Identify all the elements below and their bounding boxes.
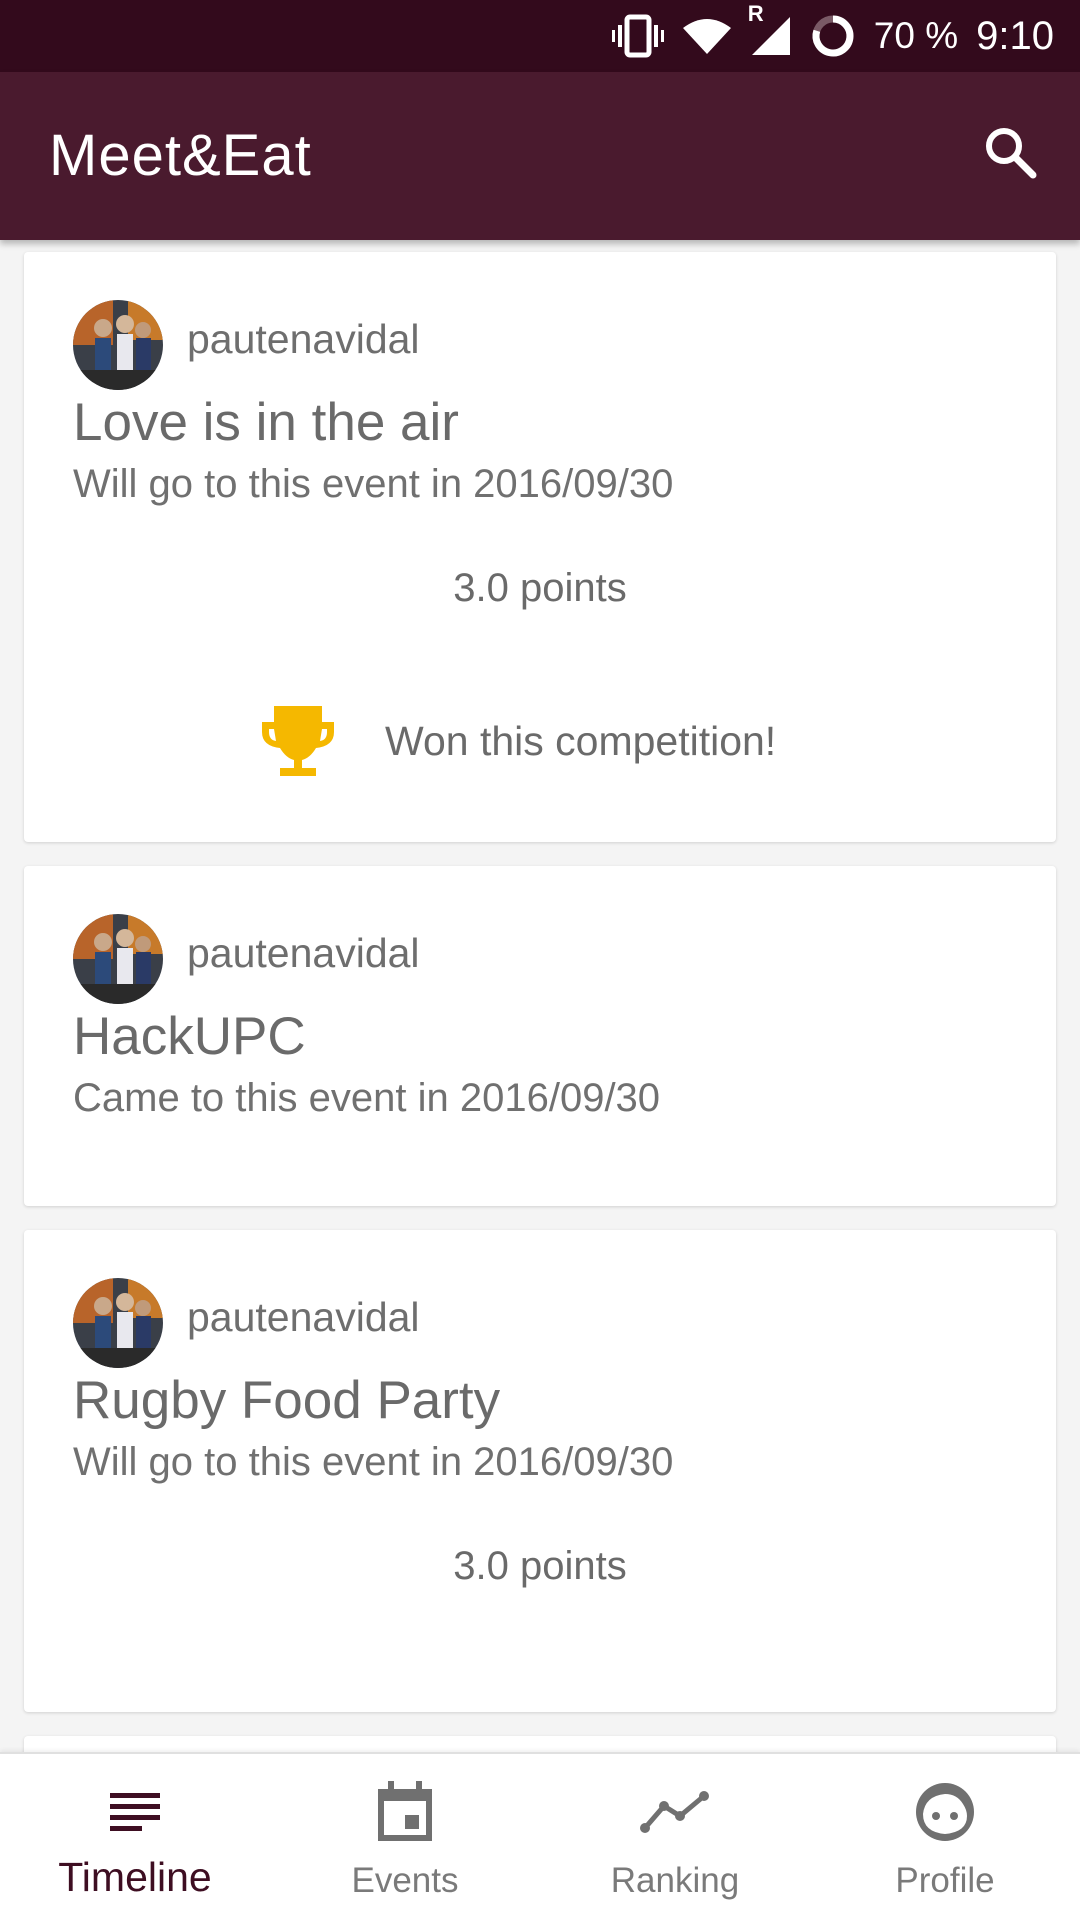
avatar[interactable] xyxy=(73,914,163,1004)
bottom-navigation: Timeline Events Ranking Profile xyxy=(0,1752,1080,1922)
nav-profile[interactable]: Profile xyxy=(810,1754,1080,1922)
trending-icon xyxy=(540,1776,810,1848)
vibrate-icon xyxy=(611,14,664,58)
roaming-label: R xyxy=(747,1,764,26)
timeline-card[interactable]: pautenavidal Love is in the air Will go … xyxy=(24,252,1056,842)
status-bar: R 70 % 9:10 xyxy=(0,0,1080,72)
username[interactable]: pautenavidal xyxy=(187,316,420,363)
won-competition-label: Won this competition! xyxy=(385,718,777,764)
event-subtitle: Came to this event in 2016/09/30 xyxy=(73,1076,661,1120)
timeline-card[interactable]: pautenavidal Rugby Food Party Will go to… xyxy=(24,1230,1056,1712)
nav-label: Events xyxy=(351,1861,459,1900)
event-title[interactable]: Rugby Food Party xyxy=(73,1370,500,1431)
nav-label: Ranking xyxy=(610,1861,740,1900)
face-icon xyxy=(810,1776,1080,1848)
timeline-feed[interactable]: pautenavidal Love is in the air Will go … xyxy=(0,240,1080,1752)
nav-label: Profile xyxy=(895,1861,995,1900)
username[interactable]: pautenavidal xyxy=(187,930,420,977)
nav-timeline[interactable]: Timeline xyxy=(0,1754,270,1922)
nav-label: Timeline xyxy=(58,1854,212,1900)
trophy-icon xyxy=(260,702,336,778)
battery-percent: 70 % xyxy=(873,15,959,56)
search-icon xyxy=(982,124,1038,185)
clock: 9:10 xyxy=(976,13,1054,58)
points-label: 3.0 points xyxy=(453,1544,627,1588)
status-icons: R 70 % 9:10 xyxy=(611,0,1054,72)
app-title: Meet&Eat xyxy=(49,123,312,188)
signal-icon: R xyxy=(748,1,792,57)
nav-ranking[interactable]: Ranking xyxy=(540,1754,810,1922)
event-title[interactable]: HackUPC xyxy=(73,1006,306,1067)
username[interactable]: pautenavidal xyxy=(187,1294,420,1341)
avatar[interactable] xyxy=(73,1278,163,1368)
points-label: 3.0 points xyxy=(453,566,627,610)
battery-icon xyxy=(810,13,856,59)
event-subtitle: Will go to this event in 2016/09/30 xyxy=(73,462,674,506)
event-title[interactable]: Love is in the air xyxy=(73,392,459,453)
app-bar: Meet&Eat xyxy=(0,72,1080,240)
avatar[interactable] xyxy=(73,300,163,390)
list-icon xyxy=(0,1776,270,1848)
nav-events[interactable]: Events xyxy=(270,1754,540,1922)
timeline-card[interactable]: pautenavidal HackUPC Came to this event … xyxy=(24,866,1056,1206)
wifi-icon xyxy=(682,16,732,56)
timeline-card[interactable] xyxy=(24,1736,1056,1752)
event-subtitle: Will go to this event in 2016/09/30 xyxy=(73,1440,674,1484)
search-button[interactable] xyxy=(978,122,1042,186)
calendar-icon xyxy=(270,1776,540,1848)
